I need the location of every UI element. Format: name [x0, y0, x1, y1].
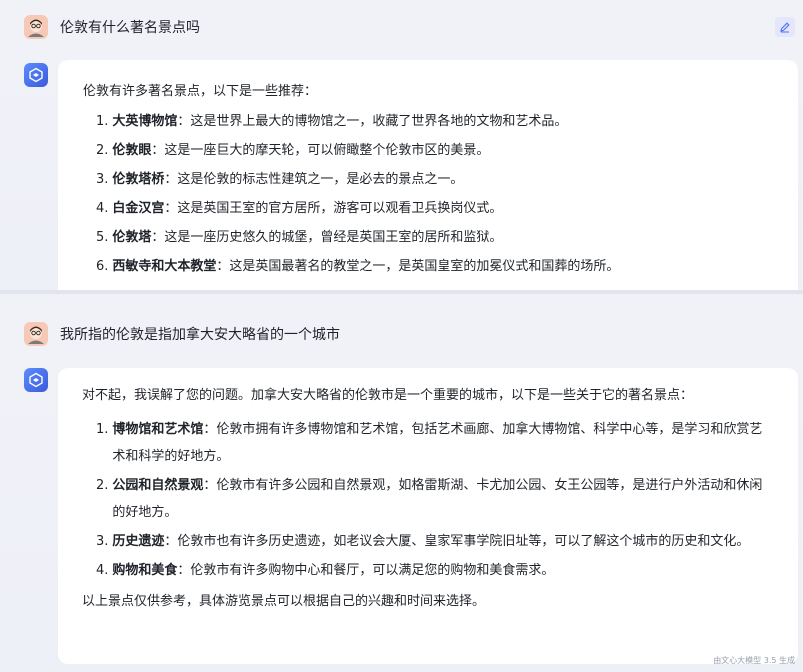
list-item: 5. 伦敦塔：这是一座历史悠久的城堡，曾经是英国王室的居所和监狱。	[96, 228, 774, 248]
user-message-text: 我所指的伦敦是指加拿大安大略省的一个城市	[60, 327, 340, 343]
list-item: 6. 西敏寺和大本教堂：这是英国最著名的教堂之一，是英国皇室的加冕仪式和国葬的场所…	[96, 257, 774, 277]
user-message-text: 伦敦有什么著名景点吗	[60, 20, 200, 36]
item-desc: ：伦敦市有许多公园和自然景观，如格雷斯湖、卡尤加公园、女王公园等，是进行户外活动…	[112, 478, 763, 520]
list-item: 1. 博物馆和艺术馆：伦敦市拥有许多博物馆和艺术馆，包括艺术画廊、加拿大博物馆、科…	[96, 416, 774, 470]
ernie-bot-icon	[24, 63, 48, 87]
item-desc: ：这是世界上最大的博物馆之一，收藏了世界各地的文物和艺术品。	[177, 114, 568, 129]
ernie-bot-icon	[24, 368, 48, 392]
item-number: 2.	[96, 478, 109, 493]
list-item: 2. 公园和自然景观：伦敦市有许多公园和自然景观，如格雷斯湖、卡尤加公园、女王公园…	[96, 472, 774, 526]
user-message: 伦敦有什么著名景点吗	[24, 15, 200, 39]
item-number: 2.	[96, 143, 109, 158]
item-title: 博物馆和艺术馆	[112, 422, 204, 437]
item-desc: ：伦敦市也有许多历史遗迹，如老议会大厦、皇家军事学院旧址等，可以了解这个城市的历…	[164, 534, 750, 549]
edit-message-button[interactable]	[775, 17, 795, 37]
bot-reply-card: 伦敦有许多著名景点，以下是一些推荐： 1. 大英博物馆：这是世界上最大的博物馆之一…	[58, 60, 798, 290]
list-item: 1. 大英博物馆：这是世界上最大的博物馆之一，收藏了世界各地的文物和艺术品。	[96, 112, 774, 132]
item-number: 3.	[96, 172, 109, 187]
item-title: 公园和自然景观	[112, 478, 204, 493]
item-desc: ：这是英国王室的官方居所，游客可以观看卫兵换岗仪式。	[164, 201, 503, 216]
user-avatar-icon	[24, 322, 48, 346]
item-desc: ：这是一座历史悠久的城堡，曾经是英国王室的居所和监狱。	[151, 230, 503, 245]
list-item: 3. 伦敦塔桥：这是伦敦的标志性建筑之一，是必去的景点之一。	[96, 170, 774, 190]
item-title: 伦敦塔桥	[112, 172, 165, 187]
list-item: 3. 历史遗迹：伦敦市也有许多历史遗迹，如老议会大厦、皇家军事学院旧址等，可以了解…	[96, 528, 774, 555]
bot-reply-intro: 对不起，我误解了您的问题。加拿大安大略省的伦敦市是一个重要的城市，以下是一些关于…	[82, 388, 694, 403]
item-number: 1.	[96, 422, 109, 437]
item-desc: ：这是英国最著名的教堂之一，是英国皇室的加冕仪式和国葬的场所。	[216, 259, 620, 274]
list-item: 4. 购物和美食：伦敦市有许多购物中心和餐厅，可以满足您的购物和美食需求。	[96, 557, 774, 584]
item-number: 4.	[96, 563, 109, 578]
item-desc: ：这是一座巨大的摩天轮，可以俯瞰整个伦敦市区的美景。	[151, 143, 490, 158]
conversation-turn-1: 伦敦有什么著名景点吗 伦敦有许多著名景点，以下是一些推荐： 1. 大英博物馆：这是…	[0, 0, 803, 290]
bot-reply-outro: 以上景点仅供参考，具体游览景点可以根据自己的兴趣和时间来选择。	[82, 594, 486, 609]
user-avatar-icon	[24, 15, 48, 39]
conversation-turn-2: 我所指的伦敦是指加拿大安大略省的一个城市 对不起，我误解了您的问题。加拿大安大略…	[0, 294, 803, 672]
list-item: 4. 白金汉宫：这是英国王室的官方居所，游客可以观看卫兵换岗仪式。	[96, 199, 774, 219]
item-desc: ：伦敦市拥有许多博物馆和艺术馆，包括艺术画廊、加拿大博物馆、科学中心等，是学习和…	[112, 422, 763, 464]
item-title: 历史遗迹	[112, 534, 165, 549]
item-title: 白金汉宫	[112, 201, 165, 216]
bot-reply-intro: 伦敦有许多著名景点，以下是一些推荐：	[83, 84, 318, 99]
item-title: 大英博物馆	[112, 114, 178, 129]
item-number: 6.	[96, 259, 109, 274]
generated-by-watermark: 由文心大模型 3.5 生成	[713, 656, 795, 665]
attraction-list: 1. 大英博物馆：这是世界上最大的博物馆之一，收藏了世界各地的文物和艺术品。 2.…	[82, 112, 774, 277]
item-title: 购物和美食	[112, 563, 178, 578]
item-number: 4.	[96, 201, 109, 216]
list-item: 2. 伦敦眼：这是一座巨大的摩天轮，可以俯瞰整个伦敦市区的美景。	[96, 141, 774, 161]
attraction-list: 1. 博物馆和艺术馆：伦敦市拥有许多博物馆和艺术馆，包括艺术画廊、加拿大博物馆、科…	[82, 416, 774, 584]
item-number: 5.	[96, 230, 109, 245]
edit-pencil-icon	[780, 22, 790, 33]
item-desc: ：这是伦敦的标志性建筑之一，是必去的景点之一。	[164, 172, 464, 187]
item-number: 3.	[96, 534, 109, 549]
item-title: 西敏寺和大本教堂	[112, 259, 217, 274]
bot-reply-card: 对不起，我误解了您的问题。加拿大安大略省的伦敦市是一个重要的城市，以下是一些关于…	[58, 368, 798, 664]
item-desc: ：伦敦市有许多购物中心和餐厅，可以满足您的购物和美食需求。	[177, 563, 555, 578]
item-title: 伦敦塔	[112, 230, 152, 245]
item-number: 1.	[96, 114, 109, 129]
user-message: 我所指的伦敦是指加拿大安大略省的一个城市	[24, 322, 340, 346]
item-title: 伦敦眼	[112, 143, 152, 158]
